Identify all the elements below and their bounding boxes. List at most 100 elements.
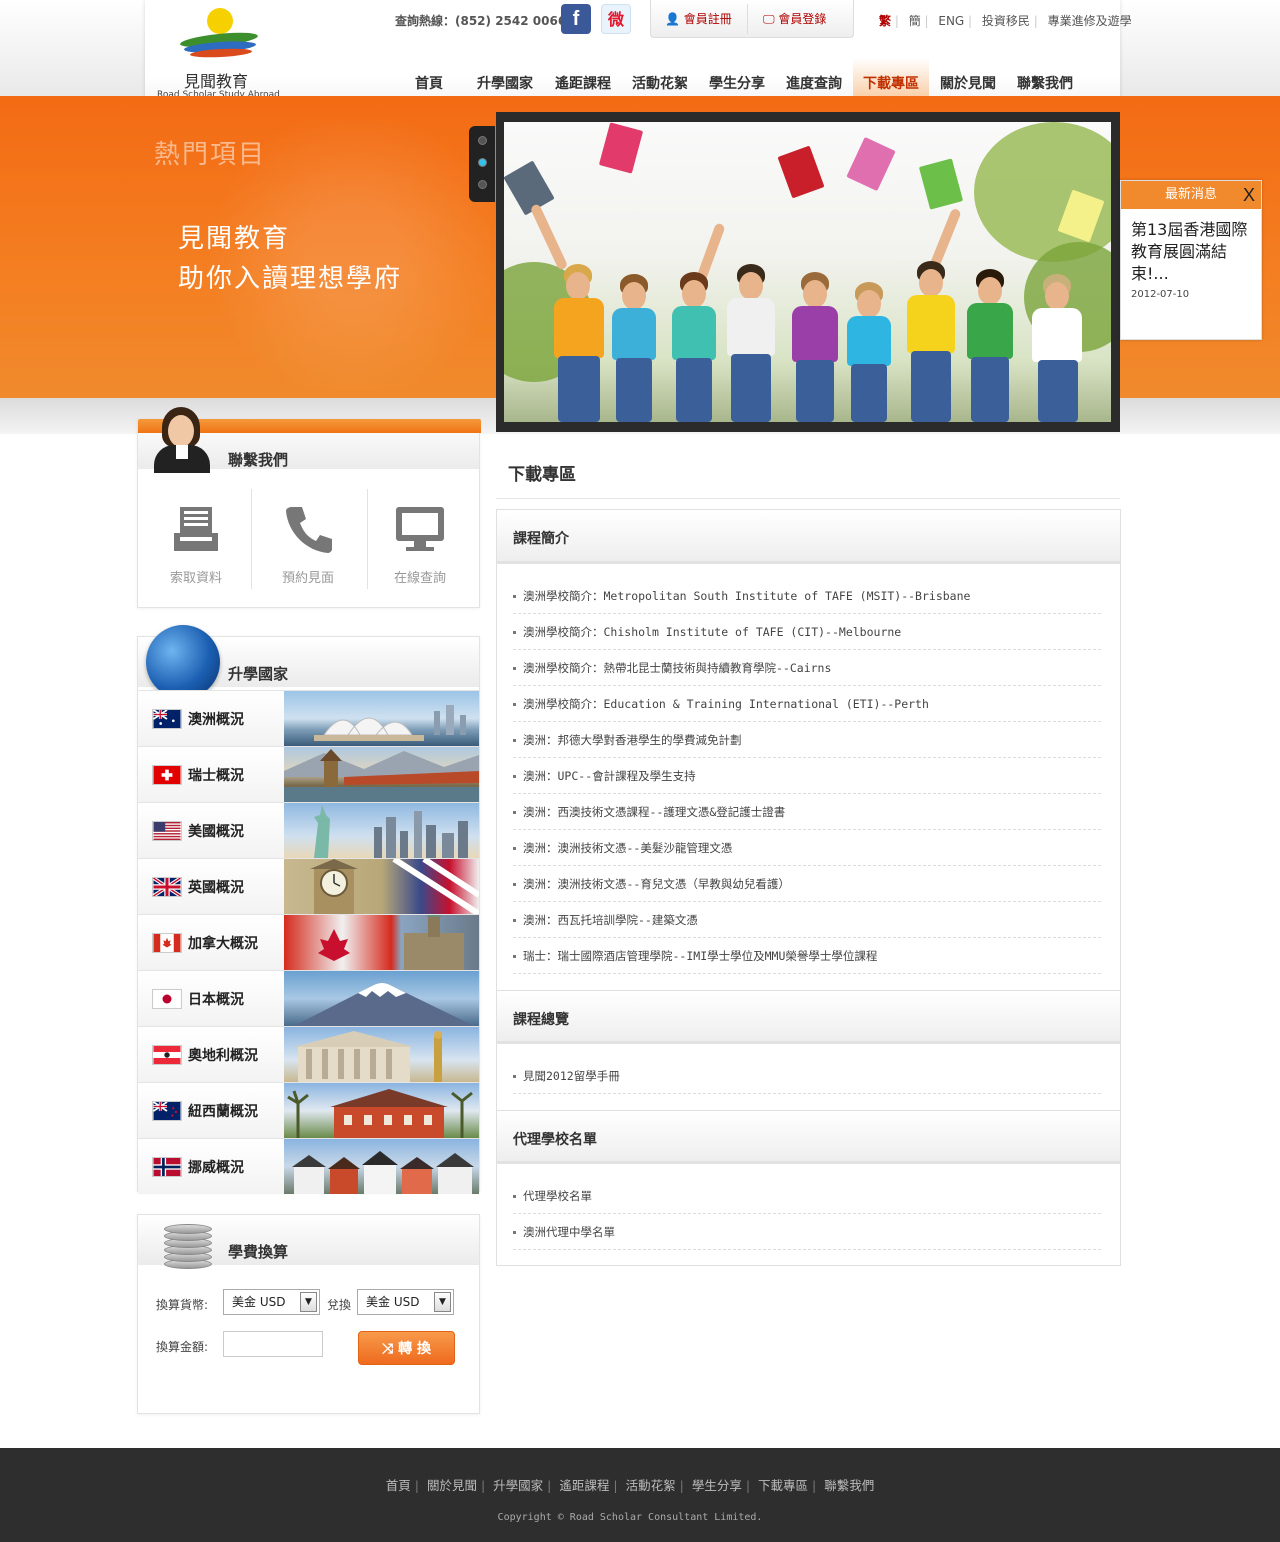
download-item[interactable]: 澳洲：澳洲技術文憑--美髮沙龍管理文憑 [513,830,1101,866]
australia-flag-icon [152,709,182,729]
coins-icon [164,1219,212,1269]
online-inquiry-button[interactable]: 在線查詢 [364,489,476,599]
footer-link-contact[interactable]: 聯繫我們 [824,1478,874,1493]
country-item-austria[interactable]: 奧地利概況 [138,1026,479,1082]
norway-town-image [284,1139,479,1194]
divider: | [1029,14,1042,28]
country-item-switzerland[interactable]: 瑞士概況 [138,746,479,802]
footer-link-activities[interactable]: 活動花絮 [626,1478,676,1493]
book-appointment-button[interactable]: 預約見面 [252,489,364,599]
country-label: 澳洲概況 [188,712,244,728]
download-item[interactable]: 瑞士：瑞士國際酒店管理學院--IMI學士學位及MMU榮譽學士學位課程 [513,938,1101,974]
new-zealand-flag-icon [152,1101,182,1121]
news-headline[interactable]: 第13屆香港國際教育展圓滿結束!... [1131,219,1255,285]
divider: | [679,1478,684,1493]
page-title: 下載專區 [508,465,576,485]
link-investment-immigration[interactable]: 投資移民 [982,14,1030,28]
slogan-line-1: 見聞教育 [178,224,291,254]
country-item-norway[interactable]: 挪威概況 [138,1138,479,1194]
section-title: 課程總覽 [513,1012,569,1028]
link-professional-study[interactable]: 專業進修及遊學 [1048,14,1132,28]
lucerne-bridge-image [284,747,479,802]
news-date: 2012-07-10 [1131,289,1190,300]
facebook-icon[interactable]: f [561,4,591,34]
weibo-icon[interactable]: 微 [601,4,631,34]
exchange-to-label: 兌換 [327,1298,352,1312]
download-item[interactable]: 澳洲學校簡介：熱帶北昆士蘭技術與持續教育學院--Cairns [513,650,1101,686]
country-label: 英國概況 [188,880,244,896]
section-header: 課程簡介 [497,510,1120,564]
austria-parliament-image [284,1027,479,1082]
footer-link-home[interactable]: 首頁 [386,1478,411,1493]
country-item-australia[interactable]: 澳洲概況 [138,690,479,746]
download-item[interactable]: 澳洲：UPC--會計課程及學生支持 [513,758,1101,794]
download-item[interactable]: 澳洲學校簡介：Metropolitan South Institute of T… [513,578,1101,614]
download-item[interactable]: 澳洲代理中學名單 [513,1214,1101,1250]
divider: | [414,1478,419,1493]
site-logo[interactable]: 見聞教育 Road Scholar Study Abroad [150,6,290,104]
register-button[interactable]: 👤 會員註冊 [665,10,732,27]
usa-flag-icon [152,821,182,841]
divider: | [964,14,976,28]
language-bar: 繁 | 簡 | ENG | 投資移民 | 專業進修及遊學 [879,12,1132,29]
chevron-down-icon: ▼ [300,1292,317,1312]
convert-button[interactable]: ⤨ 轉 換 [358,1331,455,1365]
download-item[interactable]: 澳洲：西瓦托培訓學院--建築文憑 [513,902,1101,938]
slide-dot[interactable] [478,180,487,189]
to-currency-select[interactable]: 美金 USD ▼ [357,1289,454,1315]
section-title: 課程簡介 [513,531,569,547]
lang-traditional[interactable]: 繁 [879,14,891,28]
mount-fuji-image [284,971,479,1026]
country-item-canada[interactable]: 加拿大概況 [138,914,479,970]
close-icon[interactable]: X [1239,183,1259,207]
from-currency-select[interactable]: 美金 USD ▼ [223,1289,320,1315]
download-item[interactable]: 代理學校名單 [513,1178,1101,1214]
globe-icon [146,625,220,699]
amount-input[interactable] [223,1331,323,1357]
country-label: 瑞士概況 [188,768,244,784]
slide-dot[interactable] [478,136,487,145]
download-item[interactable]: 澳洲學校簡介：Education & Training Internationa… [513,686,1101,722]
section-header: 課程總覽 [497,990,1120,1044]
lang-english[interactable]: ENG [938,14,964,28]
slider-photo-students-jumping[interactable] [504,122,1111,422]
login-label: 會員登錄 [778,12,827,26]
request-info-button[interactable]: 索取資料 [140,489,252,599]
download-item[interactable]: 澳洲：澳洲技術文憑--育兒文憑（早教與幼兒看護） [513,866,1101,902]
login-button[interactable]: 🖵 會員登錄 [763,10,826,27]
download-item[interactable]: 見聞2012留學手冊 [513,1058,1101,1094]
shuffle-icon: ⤨ [382,1341,394,1357]
download-item[interactable]: 澳洲：邦德大學對香港學生的學費減免計劃 [513,722,1101,758]
divider: | [613,1478,618,1493]
divider: | [745,1478,751,1493]
chevron-down-icon: ▼ [434,1292,451,1312]
footer-links: 首頁 | 關於見聞 | 升學國家 | 遙距課程 | 活動花絮 | 學生分享 | 下載專區 | … [0,1475,1260,1494]
slide-dot-active[interactable] [478,158,487,167]
user-icon: 👤 [665,12,680,26]
online-inquiry-label: 在線查詢 [393,571,446,586]
big-ben-image [284,859,479,914]
footer-link-downloads[interactable]: 下載專區 [758,1478,808,1493]
switzerland-flag-icon [152,765,182,785]
austria-flag-icon [152,1045,182,1065]
footer-link-countries[interactable]: 升學國家 [493,1478,543,1493]
new-zealand-station-image [284,1083,479,1138]
footer-link-sharing[interactable]: 學生分享 [692,1478,742,1493]
lang-simplified[interactable]: 簡 [909,14,921,28]
country-item-new-zealand[interactable]: 紐西蘭概況 [138,1082,479,1138]
canada-flag-icon [152,933,182,953]
japan-flag-icon [152,989,182,1009]
logo-text-cn: 見聞教育 [184,72,249,91]
country-item-japan[interactable]: 日本概況 [138,970,479,1026]
monitor-icon [396,507,444,551]
download-item[interactable]: 澳洲：西澳技術文憑課程--護理文憑&登記護士證書 [513,794,1101,830]
footer-link-about[interactable]: 關於見聞 [427,1478,477,1493]
country-item-uk[interactable]: 英國概況 [138,858,479,914]
footer-link-distance[interactable]: 遙距課程 [559,1478,609,1493]
country-item-usa[interactable]: 美國概況 [138,802,479,858]
download-item[interactable]: 澳洲學校簡介：Chisholm Institute of TAFE (CIT)-… [513,614,1101,650]
book-appointment-label: 預約見面 [281,571,334,586]
footer [0,1448,1280,1542]
to-currency-value: 美金 USD [366,1295,420,1309]
country-label: 挪威概況 [188,1160,244,1176]
